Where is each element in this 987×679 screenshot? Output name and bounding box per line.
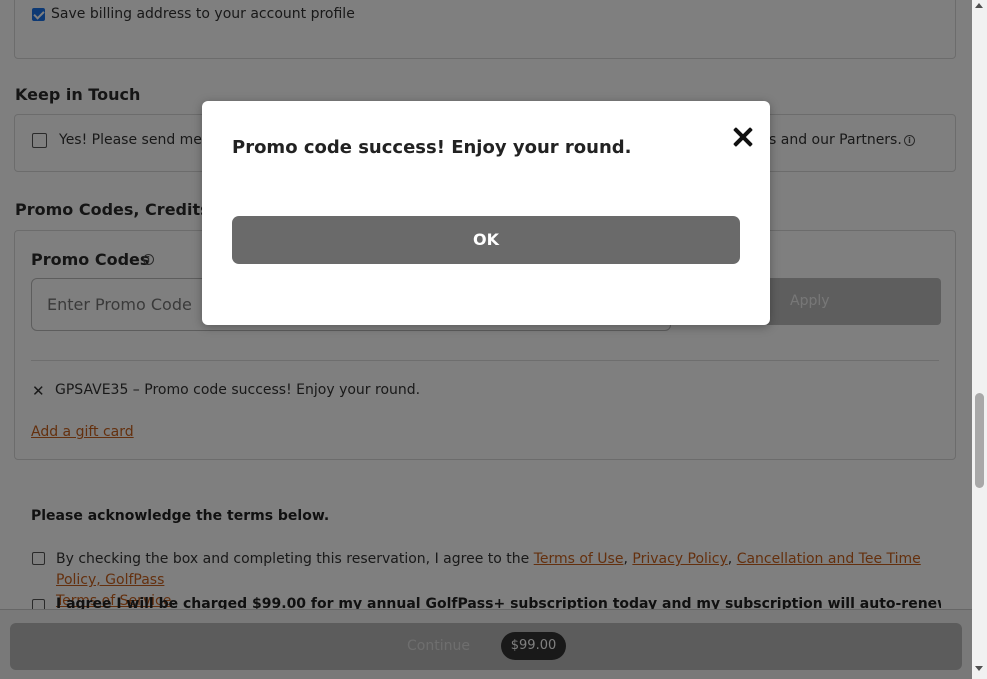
ok-button[interactable]: OK (232, 216, 740, 264)
scroll-down-arrow-icon[interactable] (975, 666, 983, 671)
page-scrollbar[interactable] (972, 0, 987, 679)
promo-success-modal: Promo code success! Enjoy your round. OK (202, 101, 770, 325)
scroll-thumb[interactable] (975, 393, 984, 488)
scroll-up-arrow-icon[interactable] (975, 3, 983, 8)
modal-message: Promo code success! Enjoy your round. (232, 137, 632, 158)
close-icon[interactable] (728, 123, 758, 153)
